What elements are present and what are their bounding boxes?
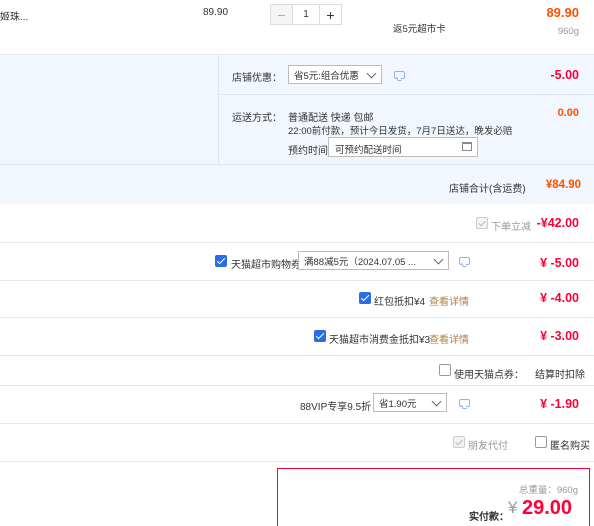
item-name[interactable]: 姬珠... [0, 8, 28, 23]
shipping-method: 普通配送 快递 包邮 [288, 113, 374, 124]
coupon-select[interactable]: 满88减5元（2024.07.05 ... [298, 251, 449, 270]
shipping-label: 运送方式： [232, 113, 282, 124]
instant-discount-amount: -¥42.00 [536, 216, 579, 230]
coupon-select-value: 满88减5元（2024.07.05 ... [304, 256, 416, 268]
vip-select-value: 省1.90元 [379, 398, 417, 410]
pay-currency: ¥ [508, 498, 518, 517]
shop-total-label: 店铺合计(含运费) [449, 184, 526, 195]
consume-credit-checkbox[interactable] [314, 330, 326, 342]
points-note: 结算时扣除 [535, 370, 585, 381]
message-icon[interactable] [459, 257, 470, 265]
points-label: 使用天猫点券： [454, 370, 524, 381]
reserve-label: 预约时间 [288, 146, 328, 157]
anonymous-label: 匿名购买 [550, 441, 590, 452]
vip-select[interactable]: 省1.90元 [373, 393, 447, 412]
redpacket-label: 红包抵扣¥4 [374, 297, 426, 308]
chevron-down-icon [433, 254, 444, 265]
divider [0, 242, 594, 243]
coupon-label: 天猫超市购物券 [231, 260, 301, 271]
coupon-checkbox[interactable] [215, 255, 227, 267]
pay-label: 实付款： [469, 512, 509, 523]
shipping-note: 22:00前付款，预计今日发货，7月7日送达，晚发必赔 [288, 126, 513, 137]
decrease-button[interactable]: − [271, 5, 293, 24]
reserve-time-placeholder: 可预约配送时间 [335, 145, 402, 156]
vip-amount: ¥ -1.90 [540, 397, 579, 411]
instant-discount-label: 下单立减 [491, 222, 531, 233]
pay-amount: 29.00 [522, 497, 573, 519]
message-icon[interactable] [459, 399, 470, 407]
friend-pay-checkbox[interactable] [453, 436, 465, 448]
divider [0, 461, 594, 462]
item-subtotal: 89.90 [546, 5, 579, 20]
points-checkbox[interactable] [439, 364, 451, 376]
shop-discount-label: 店铺优惠： [232, 73, 282, 84]
instant-discount-checkbox[interactable] [476, 217, 488, 229]
anonymous-checkbox[interactable] [535, 436, 547, 448]
divider [0, 280, 594, 281]
total-weight-value: 960g [556, 485, 578, 496]
friend-pay-label: 朋友代付 [468, 441, 508, 452]
reserve-time-field[interactable]: 可预约配送时间 [328, 137, 478, 157]
shop-discount-select[interactable]: 省5元:组合优惠 [288, 65, 382, 84]
increase-button[interactable]: + [319, 5, 341, 24]
redpacket-amount: ¥ -4.00 [540, 291, 579, 305]
vip-label: 88VIP专享9.5折 [300, 402, 372, 413]
redpacket-details-link[interactable]: 查看详情 [429, 293, 469, 308]
shop-discount-select-value: 省5元:组合优惠 [294, 70, 359, 82]
shop-total-divider [0, 164, 594, 165]
consume-details-link[interactable]: 查看详情 [429, 331, 469, 346]
item-weight: 960g [557, 26, 579, 37]
divider [0, 423, 594, 424]
consume-credit-amount: ¥ -3.00 [540, 329, 579, 343]
rebate-note: 返5元超市卡 [393, 24, 446, 35]
shop-inner-divider-h [218, 94, 594, 95]
shop-inner-divider-v [218, 54, 219, 164]
shop-total-amount: ¥84.90 [545, 179, 581, 191]
quantity-stepper[interactable]: − 1 + [270, 4, 342, 25]
chevron-down-icon [366, 68, 377, 79]
coupon-amount: ¥ -5.00 [540, 256, 579, 270]
message-icon[interactable] [394, 71, 405, 79]
divider [0, 355, 594, 356]
item-unit-price: 89.90 [203, 7, 229, 18]
consume-credit-label: 天猫超市消费金抵扣¥3 [329, 335, 431, 346]
redpacket-checkbox[interactable] [359, 292, 371, 304]
divider [0, 385, 594, 386]
total-weight: 总重量：960g [519, 482, 578, 496]
shop-discount-amount: -5.00 [550, 68, 580, 82]
quantity-value[interactable]: 1 [293, 5, 319, 24]
total-weight-label: 总重量： [518, 485, 557, 496]
divider [0, 317, 594, 318]
calendar-icon[interactable] [462, 142, 472, 151]
chevron-down-icon [431, 396, 442, 407]
shipping-amount: 0.00 [557, 107, 579, 119]
